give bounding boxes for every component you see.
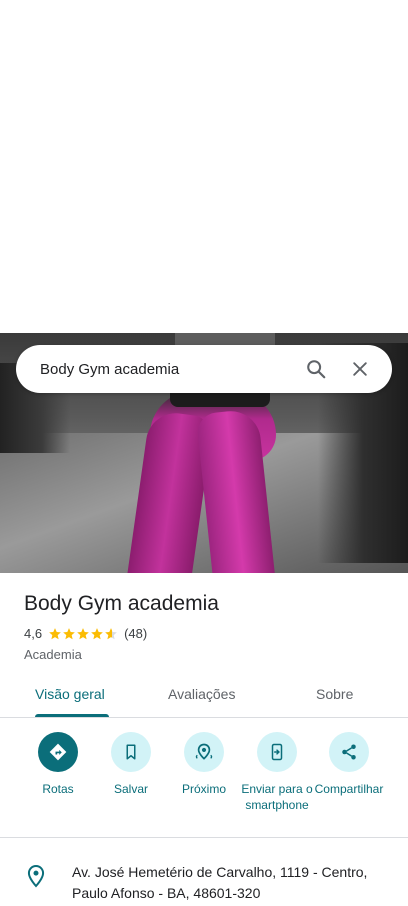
share-button[interactable]: Compartilhar: [309, 732, 389, 797]
directions-label: Rotas: [42, 782, 74, 796]
active-tab-indicator: [35, 714, 109, 717]
address-text: Av. José Hemetério de Carvalho, 1119 - C…: [72, 864, 368, 901]
review-count[interactable]: (48): [124, 626, 147, 641]
directions-icon: [38, 732, 78, 772]
tab-reviews[interactable]: Avaliações: [168, 686, 235, 702]
star-icon: [77, 627, 89, 639]
place-category[interactable]: Academia: [24, 647, 82, 662]
save-button[interactable]: Salvar: [91, 732, 171, 797]
search-bar[interactable]: Body Gym academia: [16, 345, 392, 393]
directions-button[interactable]: Rotas: [18, 732, 98, 797]
place-tabs: Visão geral Avaliações Sobre: [0, 676, 408, 718]
star-icon: [91, 627, 103, 639]
tab-overview[interactable]: Visão geral: [35, 686, 105, 702]
rating-stars: [48, 627, 118, 641]
search-query[interactable]: Body Gym academia: [40, 361, 290, 378]
star-icon: [105, 627, 117, 639]
address-row[interactable]: Av. José Hemetério de Carvalho, 1119 - C…: [0, 852, 408, 906]
location-pin-icon: [26, 864, 46, 893]
place-title: Body Gym academia: [24, 592, 219, 615]
share-label: Compartilhar: [314, 782, 384, 796]
nearby-button[interactable]: Próximo: [164, 732, 244, 797]
star-icon: [49, 627, 61, 639]
rating-value: 4,6: [24, 626, 43, 641]
map-area-blank: [0, 0, 408, 333]
send-to-phone-button[interactable]: Enviar para o smartphone: [237, 732, 317, 813]
search-icon[interactable]: [298, 351, 334, 387]
star-icon: [63, 627, 75, 639]
close-icon[interactable]: [342, 351, 378, 387]
share-icon: [329, 732, 369, 772]
tab-about[interactable]: Sobre: [316, 686, 353, 702]
save-label: Salvar: [113, 782, 148, 796]
action-buttons: Rotas Salvar Próximo Enviar para o smart…: [0, 730, 408, 838]
nearby-label: Próximo: [181, 782, 226, 796]
bookmark-icon: [111, 732, 151, 772]
nearby-icon: [184, 732, 224, 772]
rating-row[interactable]: 4,6 (48): [24, 626, 147, 641]
send-to-phone-label: Enviar para o smartphone: [241, 782, 313, 812]
send-to-phone-icon: [257, 732, 297, 772]
